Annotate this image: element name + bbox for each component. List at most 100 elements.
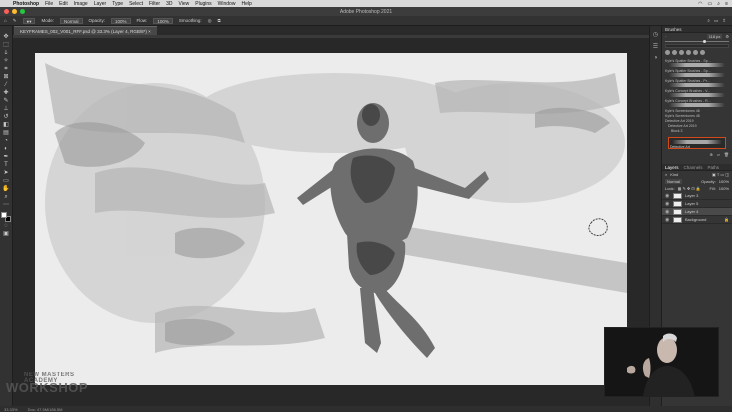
brushes-panel-title[interactable]: Brushes (662, 26, 732, 33)
share-icon[interactable]: ⇪ (722, 18, 726, 24)
crop-tool-icon[interactable]: ⌗ (2, 66, 11, 73)
layer-thumbnail (673, 192, 682, 199)
recent-brush-icon[interactable] (686, 50, 691, 55)
layer-row[interactable]: ◉ Background 🔒 (662, 216, 732, 224)
document-tab[interactable]: KEYFRAMES_002_V001_RFF.psd @ 33.3% (Laye… (14, 26, 157, 35)
recent-brush-icon[interactable] (700, 50, 705, 55)
healing-tool-icon[interactable]: ✚ (2, 90, 11, 97)
menu-filter[interactable]: Filter (149, 1, 160, 7)
layer-opacity-input[interactable]: 100% (719, 179, 729, 184)
pressure-icon[interactable]: ◎ (208, 18, 212, 24)
layer-row[interactable]: ◉ Layer 4 (662, 208, 732, 216)
opacity-input[interactable]: 100% (111, 17, 131, 24)
menu-image[interactable]: Image (74, 1, 88, 7)
tab-channels[interactable]: Channels (684, 165, 703, 170)
menu-app-name[interactable]: Photoshop (13, 1, 39, 7)
minimize-window-button[interactable] (12, 9, 17, 14)
menu-help[interactable]: Help (241, 1, 251, 7)
tab-paths[interactable]: Paths (708, 165, 720, 170)
kind-filter[interactable]: Kind (670, 172, 678, 177)
recent-brush-icon[interactable] (672, 50, 677, 55)
new-brush-icon[interactable]: ⊕ (709, 152, 712, 157)
adjustments-panel-icon[interactable]: ◑ (654, 55, 658, 61)
lasso-tool-icon[interactable]: ↆ (2, 50, 11, 57)
brush-tool-icon[interactable]: ✎ (2, 98, 11, 105)
selected-brush-name: Detective Art (670, 145, 690, 149)
selected-brush[interactable]: Detective Art (668, 137, 726, 149)
pen-tool-icon[interactable]: ✒ (2, 154, 11, 161)
home-icon[interactable]: ⌂ (4, 18, 7, 23)
search-icon[interactable]: ⌕ (717, 1, 720, 7)
menu-plugins[interactable]: Plugins (195, 1, 211, 7)
zoom-window-button[interactable] (20, 9, 25, 14)
screen-mode-icon[interactable]: ▣ (2, 231, 11, 238)
history-panel-icon[interactable]: ◷ (653, 31, 658, 38)
symmetry-icon[interactable]: ⧉ (218, 18, 221, 23)
type-tool-icon[interactable]: T (2, 162, 11, 169)
delete-icon[interactable]: 🗑 (724, 152, 729, 157)
path-select-tool-icon[interactable]: ➤ (2, 170, 11, 177)
zoom-level[interactable]: 33.33% (4, 407, 18, 412)
filter-icons[interactable]: ▣ T ▭ ◫ (712, 172, 729, 177)
visibility-eye-icon[interactable]: ◉ (665, 209, 670, 215)
properties-panel-icon[interactable]: ☰ (653, 43, 658, 50)
recent-brush-icon[interactable] (693, 50, 698, 55)
dodge-tool-icon[interactable]: ◐ (2, 146, 11, 153)
layer-row[interactable]: ◉ Layer 3 (662, 192, 732, 200)
menu-select[interactable]: Select (129, 1, 143, 7)
brush-preset-picker[interactable]: ●▾ (22, 17, 36, 24)
hand-tool-icon[interactable]: ✋ (2, 186, 11, 193)
menu-view[interactable]: View (179, 1, 190, 7)
menu-edit[interactable]: Edit (59, 1, 68, 7)
eyedropper-tool-icon[interactable]: ⁄ (2, 82, 11, 89)
brush-settings-icon[interactable]: ⚙ (725, 34, 729, 39)
layer-row[interactable]: ◉ Layer 5 (662, 200, 732, 208)
close-window-button[interactable] (4, 9, 9, 14)
visibility-eye-icon[interactable]: ◉ (665, 201, 670, 207)
menu-file[interactable]: File (45, 1, 53, 7)
frame-tool-icon[interactable]: ⊠ (2, 74, 11, 81)
options-right-icons: ⌕ ▭ ⇪ (707, 18, 732, 24)
brush-size-value[interactable]: 118 px (706, 34, 723, 39)
folder-icon[interactable]: ▱ (717, 152, 720, 157)
visibility-eye-icon[interactable]: ◉ (665, 217, 670, 223)
control-center-icon[interactable]: ≡ (725, 1, 728, 7)
foreground-color-swatch[interactable] (1, 212, 7, 218)
brush-search-input[interactable] (665, 44, 729, 48)
menu-type[interactable]: Type (112, 1, 123, 7)
tab-layers[interactable]: Layers (665, 165, 679, 170)
stamp-tool-icon[interactable]: ⊥ (2, 106, 11, 113)
search-icon[interactable]: ⌕ (707, 18, 710, 24)
gradient-tool-icon[interactable]: ▤ (2, 130, 11, 137)
quick-select-tool-icon[interactable]: ✧ (2, 58, 11, 65)
rectangle-tool-icon[interactable]: ▭ (2, 178, 11, 185)
marquee-tool-icon[interactable]: ⬚ (2, 42, 11, 49)
brush-group[interactable]: Block 3 (665, 128, 729, 133)
flow-input[interactable]: 100% (153, 17, 173, 24)
recent-brush-icon[interactable] (679, 50, 684, 55)
menu-layer[interactable]: Layer (94, 1, 107, 7)
document-info[interactable]: Doc: 47.5M/186.5M (28, 407, 63, 412)
blend-mode-select[interactable]: Normal (665, 179, 682, 184)
lock-icons[interactable]: ▦ ✎ ✥ ⊡ 🔒 (678, 186, 701, 191)
canvas[interactable] (35, 53, 627, 385)
zoom-tool-icon[interactable]: ⌕ (2, 194, 11, 201)
menu-window[interactable]: Window (218, 1, 236, 7)
menu-3d[interactable]: 3D (166, 1, 172, 7)
move-tool-icon[interactable]: ✥ (2, 34, 11, 41)
layer-name: Layer 4 (685, 209, 699, 214)
wifi-icon[interactable]: ◠ (698, 1, 702, 7)
workspace-icon[interactable]: ▭ (714, 18, 718, 24)
recent-brush-icon[interactable] (665, 50, 670, 55)
blur-tool-icon[interactable]: ◔ (2, 138, 11, 145)
more-tools-icon[interactable]: ⋯ (2, 202, 11, 209)
brush-tool-icon[interactable]: ✎ (13, 18, 17, 24)
battery-icon[interactable]: ▭ (708, 1, 713, 7)
eraser-tool-icon[interactable]: ◧ (2, 122, 11, 129)
quick-mask-icon[interactable]: ◌ (2, 223, 11, 230)
fill-input[interactable]: 100% (719, 186, 729, 191)
visibility-eye-icon[interactable]: ◉ (665, 193, 670, 199)
color-swatches[interactable] (1, 212, 11, 222)
mode-select[interactable]: Normal (60, 17, 83, 24)
history-brush-icon[interactable]: ↺ (2, 114, 11, 121)
